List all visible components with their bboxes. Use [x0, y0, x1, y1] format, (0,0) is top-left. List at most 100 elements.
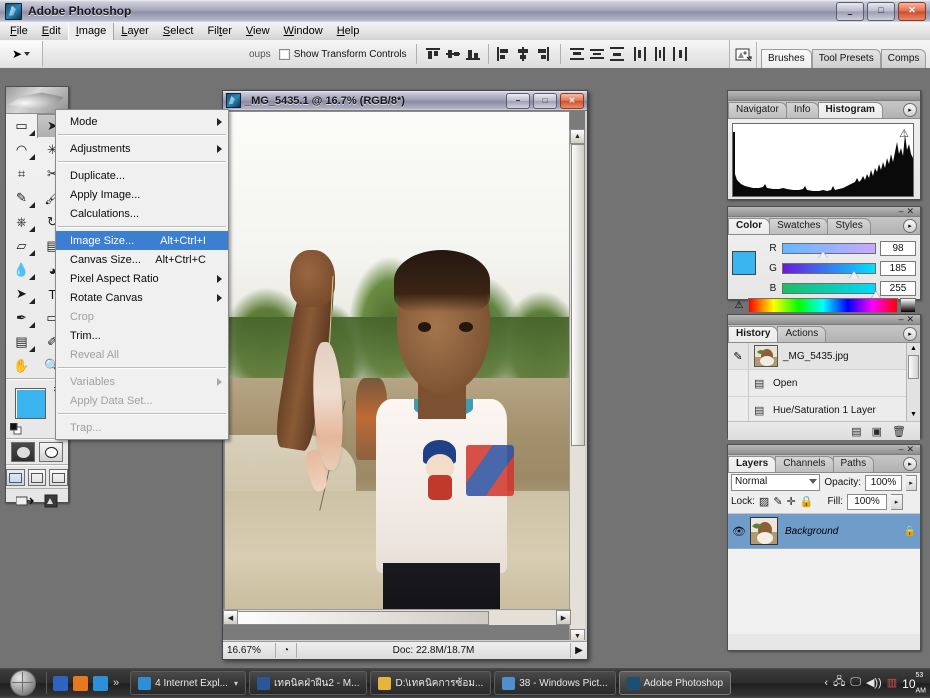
history-palette-window-buttons[interactable]: –✕ [898, 314, 917, 324]
chevron-down-icon[interactable] [24, 52, 31, 56]
opacity-value[interactable]: 100% [865, 474, 902, 491]
show-transform-controls-checkbox[interactable] [278, 48, 290, 60]
history-tab-actions[interactable]: Actions [777, 326, 827, 342]
history-state-row[interactable]: ▤ Hue/Saturation 1 Layer [728, 397, 920, 421]
history-state-row[interactable]: ▤ Open [728, 370, 920, 397]
minimize-button[interactable]: – [836, 2, 864, 21]
flyout-triangle-icon[interactable] [29, 250, 35, 256]
flyout-triangle-icon[interactable] [29, 202, 35, 208]
jump-to-imageready-icon[interactable] [15, 494, 36, 511]
taskbar-button[interactable]: 38 - Windows Pict... [494, 671, 616, 695]
vertical-scroll-thumb[interactable] [571, 144, 585, 446]
clone-stamp-tool[interactable]: ⎈ [6, 210, 37, 234]
eraser-tool[interactable]: ▱ [6, 234, 37, 258]
foreground-color-swatch[interactable] [15, 388, 46, 419]
history-scroll-up-icon[interactable]: ▲ [907, 343, 920, 355]
out-of-gamut-warning-icon[interactable]: ⚠ [732, 298, 746, 313]
blend-mode-select[interactable]: Normal [731, 474, 821, 491]
history-scroll-down-icon[interactable]: ▼ [907, 409, 920, 421]
opacity-stepper-icon[interactable]: ▸ [905, 474, 917, 491]
distribute-right-edges-icon[interactable] [672, 46, 688, 62]
color-tab-swatches[interactable]: Swatches [769, 218, 829, 234]
scroll-left-arrow-icon[interactable]: ◀ [223, 610, 238, 625]
menu-item-duplicate[interactable]: Duplicate... [56, 166, 228, 185]
new-document-from-state-button[interactable]: ▤ [851, 425, 861, 438]
histogram-tab-navigator[interactable]: Navigator [728, 102, 787, 118]
scroll-right-arrow-icon[interactable]: ▶ [556, 610, 571, 625]
marquee-tool[interactable]: ▭ [6, 114, 37, 138]
scroll-up-arrow-icon[interactable]: ▲ [570, 129, 585, 144]
menu-item-mode[interactable]: Mode [56, 112, 228, 131]
history-state-toggle[interactable]: ✎ [728, 343, 749, 369]
quicklaunch-firefox-icon[interactable] [73, 675, 88, 691]
document-vertical-scrollbar[interactable]: ▲ ▼ [569, 129, 585, 640]
menu-edit[interactable]: Edit [35, 23, 68, 40]
lock-all-icon[interactable]: 🔒 [800, 495, 814, 508]
menu-select[interactable]: Select [156, 23, 201, 40]
menu-file[interactable]: File [3, 23, 35, 40]
blur-tool[interactable]: 💧 [6, 258, 37, 282]
layers-palette-window-buttons[interactable]: –✕ [898, 444, 917, 454]
path-selection-tool[interactable]: ➤ [6, 282, 37, 306]
layer-visibility-icon[interactable]: 👁 [728, 525, 750, 538]
crop-tool[interactable]: ⌗ [6, 162, 37, 186]
fill-value[interactable]: 100% [847, 493, 888, 510]
standard-mode-button[interactable] [11, 442, 35, 462]
menu-item-canvas-size[interactable]: Canvas Size... Alt+Ctrl+C [56, 250, 228, 269]
fill-stepper-icon[interactable]: ▸ [891, 493, 904, 510]
align-top-edges-icon[interactable] [425, 47, 441, 62]
printer-icon[interactable]: ▥ [887, 676, 897, 689]
pen-tool[interactable]: ✒ [6, 306, 37, 330]
flyout-triangle-icon[interactable] [29, 298, 35, 304]
menu-image[interactable]: Image [67, 22, 115, 40]
volume-icon[interactable]: ◀)) [866, 676, 882, 689]
lock-image-pixels-icon[interactable]: ✎ [773, 495, 782, 508]
taskbar-clock[interactable]: 1053 AM [902, 672, 926, 694]
palette-well-tab-brushes[interactable]: Brushes [761, 49, 812, 68]
menu-help[interactable]: Help [330, 23, 367, 40]
history-scrollbar[interactable]: ▲ ▼ [906, 343, 920, 421]
full-screen-mode-button[interactable] [49, 468, 69, 486]
document-restore-button[interactable]: □ [533, 93, 557, 109]
flyout-triangle-icon[interactable] [29, 346, 35, 352]
lock-transparent-pixels-icon[interactable]: ▨ [759, 495, 769, 508]
distribute-vertical-centers-icon[interactable] [589, 47, 605, 62]
quicklaunch-ie-icon[interactable] [93, 675, 108, 691]
hand-tool[interactable]: ✋ [6, 354, 37, 378]
menu-item-trim[interactable]: Trim... [56, 326, 228, 345]
spectrum-endpoints[interactable] [900, 298, 916, 313]
align-left-edges-icon[interactable] [496, 46, 511, 62]
channel-value-b[interactable]: 255 [880, 280, 916, 296]
flyout-triangle-icon[interactable] [29, 322, 35, 328]
histogram-tab-info[interactable]: Info [785, 102, 819, 118]
layers-tab-channels[interactable]: Channels [775, 456, 834, 472]
histogram-tab-histogram[interactable]: Histogram [817, 102, 883, 118]
standard-screen-mode-button[interactable] [6, 468, 25, 486]
align-bottom-edges-icon[interactable] [465, 47, 481, 62]
quicklaunch-notepad-icon[interactable] [53, 675, 68, 691]
file-browser-icon[interactable] [730, 42, 757, 68]
align-vertical-centers-icon[interactable] [445, 47, 461, 62]
distribute-top-edges-icon[interactable] [569, 47, 585, 62]
document-minimize-button[interactable]: – [506, 93, 530, 109]
channel-slider-g[interactable] [782, 262, 876, 278]
layers-list[interactable]: 👁 Background 🔒 [728, 514, 920, 634]
color-tab-color[interactable]: Color [728, 218, 771, 234]
move-tool-options-icon[interactable]: ➤ [0, 41, 43, 67]
align-horizontal-centers-icon[interactable] [516, 46, 531, 62]
menu-item-apply-image[interactable]: Apply Image... [56, 185, 228, 204]
default-colors-icon[interactable] [9, 422, 22, 435]
display-icon[interactable]: 🖵 [850, 676, 861, 689]
history-palette-grip[interactable]: –✕ [728, 314, 920, 325]
taskbar-button[interactable]: 4 Internet Expl... ▾ [130, 671, 246, 695]
taskbar-group-chevron-icon[interactable]: ▾ [234, 679, 238, 688]
align-right-edges-icon[interactable] [536, 46, 551, 62]
color-spectrum-ramp[interactable] [748, 298, 898, 313]
history-list[interactable]: ✎ _MG_5435.jpg ▤ Open ▤ Hue/Saturation 1 Laye… [728, 343, 920, 421]
channel-slider-thumb[interactable] [871, 290, 882, 298]
channel-slider-thumb[interactable] [817, 250, 828, 258]
image-canvas[interactable] [224, 111, 570, 625]
menu-window[interactable]: Window [277, 23, 330, 40]
channel-value-r[interactable]: 98 [880, 240, 916, 256]
quick-mask-mode-button[interactable] [39, 442, 63, 462]
